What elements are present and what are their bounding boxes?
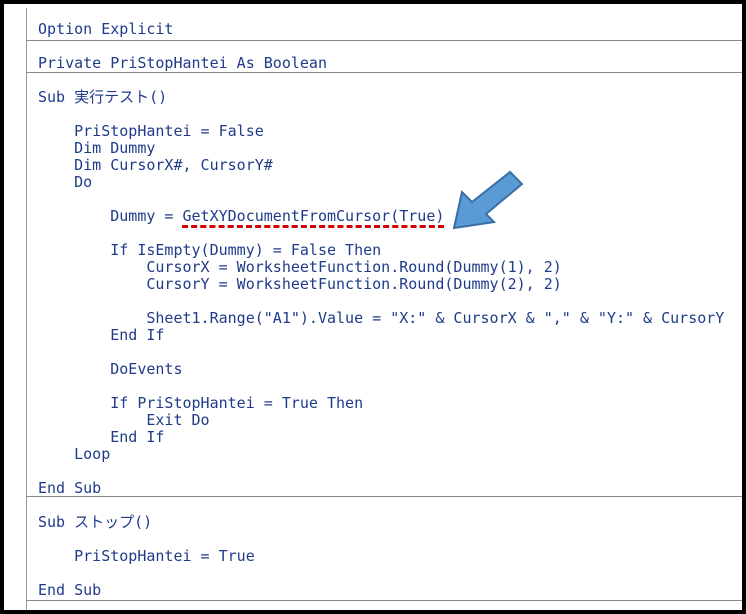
code-line: PriStopHantei = True: [38, 547, 255, 565]
code-line: PriStopHantei = False: [38, 122, 264, 140]
code-line: Loop: [38, 445, 111, 463]
code-line: End If: [38, 326, 165, 344]
procedure-separator: [26, 600, 742, 601]
code-line: Do: [38, 173, 93, 191]
code-line: Sheet1.Range("A1").Value = "X:" & Cursor…: [38, 309, 725, 327]
highlight-underline: [182, 225, 444, 228]
pointer-arrow-icon: [452, 170, 524, 230]
code-line: Sub 実行テスト(): [38, 88, 168, 106]
procedure-separator: [26, 496, 742, 497]
code-line: CursorY = WorksheetFunction.Round(Dummy(…: [38, 275, 562, 293]
code-line: Dummy = GetXYDocumentFromCursor(True): [38, 207, 445, 225]
code-line: CursorX = WorksheetFunction.Round(Dummy(…: [38, 258, 562, 276]
code-line: Dim CursorX#, CursorY#: [38, 156, 273, 174]
procedure-separator: [26, 40, 742, 41]
code-editor-window: Option Explicit Private PriStopHantei As…: [0, 0, 746, 614]
code-line: Option Explicit: [38, 20, 174, 38]
code-pane[interactable]: Option Explicit Private PriStopHantei As…: [26, 8, 742, 610]
code-line: If IsEmpty(Dummy) = False Then: [38, 241, 382, 259]
code-line: End Sub: [38, 479, 102, 497]
procedure-separator: [26, 72, 742, 73]
code-line: If PriStopHantei = True Then: [38, 394, 364, 412]
code-line: Private PriStopHantei As Boolean: [38, 54, 327, 72]
code-line: End Sub: [38, 581, 102, 599]
code-line: Dim Dummy: [38, 139, 156, 157]
code-line: End If: [38, 428, 165, 446]
code-line: Sub ストップ(): [38, 513, 153, 531]
code-line: DoEvents: [38, 360, 183, 378]
editor-margin: [8, 8, 27, 610]
code-line: Exit Do: [38, 411, 210, 429]
